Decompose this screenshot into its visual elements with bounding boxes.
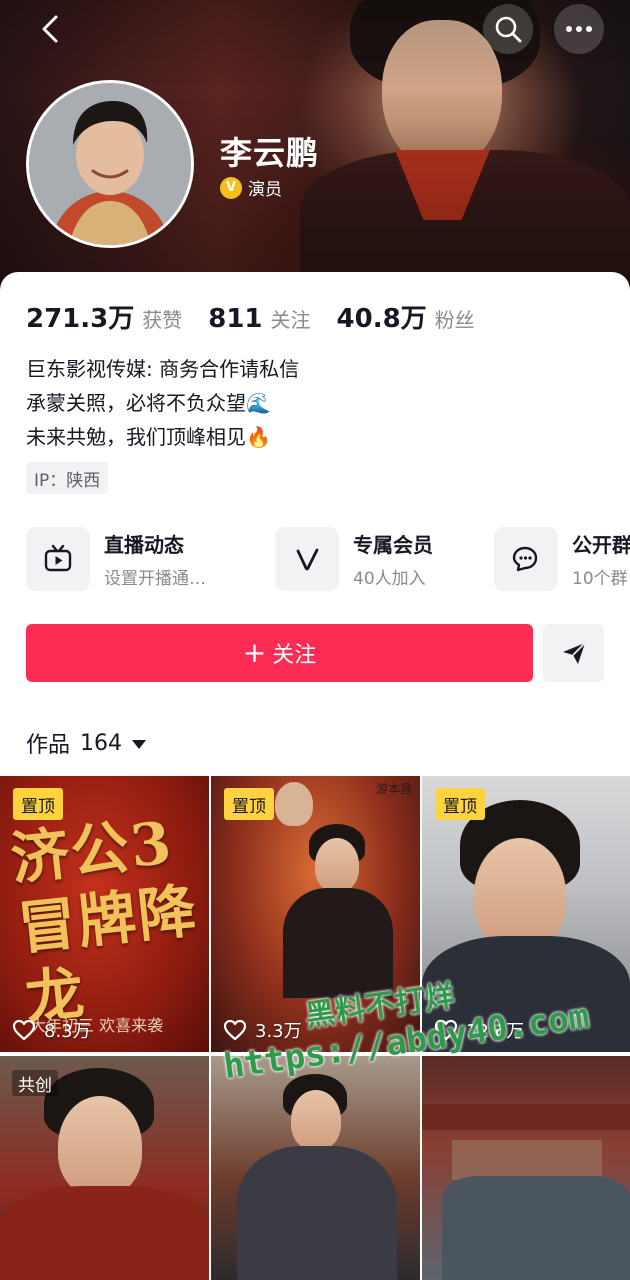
tile-6-crowd xyxy=(442,1176,630,1280)
tile-2-figure-body xyxy=(283,888,393,998)
stat-likes[interactable]: 271.3万 获赞 xyxy=(26,298,182,335)
heart-icon xyxy=(12,1019,36,1041)
chat-bubble-icon xyxy=(494,527,558,591)
works-count: 164 xyxy=(80,730,123,756)
send-icon xyxy=(562,642,586,664)
caret-down-icon xyxy=(132,739,147,749)
tile-3-figure-face xyxy=(474,838,566,950)
video-tile-4[interactable]: 共创 xyxy=(0,1056,209,1280)
feature-live-title: 直播动态 xyxy=(104,533,184,557)
stats-row: 271.3万 获赞 811 关注 40.8万 粉丝 xyxy=(26,298,475,335)
feature-groups-subtitle: 10个群 xyxy=(572,569,628,589)
video-tile-3[interactable]: 置顶 12.6万 xyxy=(422,776,630,1052)
stat-likes-value: 271.3万 xyxy=(26,304,135,334)
stat-following-value: 811 xyxy=(208,304,263,334)
stat-following-label: 关注 xyxy=(270,308,311,332)
video-grid: 济公3冒牌降龙 大年初三 欢喜来袭 置顶 8.3万 游本昌 置顶 3.3万 置顶 xyxy=(0,776,630,1280)
back-button[interactable] xyxy=(26,4,76,54)
follow-label: 关注 xyxy=(272,643,317,668)
feature-live[interactable]: 直播动态 设置开播通… xyxy=(26,527,240,591)
back-arrow-icon xyxy=(42,15,58,43)
pinned-badge: 置顶 xyxy=(13,788,63,820)
tile-4-figure-face xyxy=(58,1096,142,1196)
co-creation-badge: 共创 xyxy=(12,1070,58,1096)
video-tile-6[interactable] xyxy=(422,1056,630,1280)
feature-membership-title: 专属会员 xyxy=(353,533,433,557)
more-dots-icon xyxy=(566,26,592,32)
feature-membership-subtitle: 40人加入 xyxy=(353,569,426,589)
video-tile-2-corner-text: 游本昌 xyxy=(375,782,412,796)
pinned-badge: 置顶 xyxy=(224,788,274,820)
share-button[interactable] xyxy=(543,624,604,682)
works-label: 作品 xyxy=(26,733,71,758)
feature-live-subtitle: 设置开播通… xyxy=(104,569,206,589)
avatar-portrait xyxy=(29,83,191,245)
tile-6-building-beam xyxy=(422,1104,630,1130)
plus-icon: + xyxy=(242,636,267,669)
feature-groups-title: 公开群 xyxy=(572,533,630,557)
stat-followers-label: 粉丝 xyxy=(434,308,475,332)
pinned-badge: 置顶 xyxy=(435,788,485,820)
video-tile-5[interactable] xyxy=(211,1056,420,1280)
stat-likes-label: 获赞 xyxy=(142,308,183,332)
video-tile-1-title-art: 济公3冒牌降龙 xyxy=(7,808,202,1033)
tile-5-figure-face xyxy=(291,1090,341,1150)
verified-badge-icon: V xyxy=(220,176,242,199)
tile-4-figure-body xyxy=(0,1186,209,1280)
search-icon xyxy=(495,16,522,43)
video-tile-1[interactable]: 济公3冒牌降龙 大年初三 欢喜来袭 置顶 8.3万 xyxy=(0,776,209,1052)
likes-count: 8.3万 xyxy=(44,1021,91,1042)
bio: 巨东影视传媒: 商务合作请私信 承蒙关照，必将不负众望🌊 未来共勉，我们顶峰相见… xyxy=(26,352,299,454)
stat-following[interactable]: 811 关注 xyxy=(208,304,310,334)
heart-icon xyxy=(223,1019,247,1041)
tile-2-figure-face xyxy=(315,838,359,892)
tv-icon xyxy=(26,527,90,591)
stat-followers-value: 40.8万 xyxy=(336,304,427,334)
tile-6-building-lattice xyxy=(452,1140,602,1180)
feature-membership[interactable]: 专属会员 40人加入 xyxy=(275,527,433,591)
works-tab[interactable]: 作品 164 xyxy=(26,727,147,759)
heart-icon xyxy=(434,1019,458,1041)
verified-label: 演员 xyxy=(248,180,282,200)
likes-count: 3.3万 xyxy=(255,1021,302,1042)
avatar[interactable] xyxy=(26,80,194,248)
video-tile-2[interactable]: 游本昌 置顶 3.3万 xyxy=(211,776,420,1052)
stat-followers[interactable]: 40.8万 粉丝 xyxy=(337,298,475,335)
v-logo-icon xyxy=(275,527,339,591)
video-tile-3-likes: 12.6万 xyxy=(434,1017,524,1043)
more-button[interactable] xyxy=(554,4,604,54)
bio-line-3: 未来共勉，我们顶峰相见🔥 xyxy=(26,425,271,449)
tile-5-figure-armor xyxy=(237,1146,397,1280)
ip-location-tag: IP：陕西 xyxy=(26,462,109,494)
bio-line-1: 巨东影视传媒: 商务合作请私信 xyxy=(26,357,300,381)
verified-info: V 演员 xyxy=(220,175,282,200)
tile-2-monk-face xyxy=(275,782,313,826)
video-tile-1-likes: 8.3万 xyxy=(12,1017,91,1043)
search-button[interactable] xyxy=(483,4,533,54)
likes-count: 12.6万 xyxy=(466,1021,525,1042)
profile-name: 李云鹏 xyxy=(220,134,320,172)
feature-groups[interactable]: 公开群 10个群 xyxy=(494,527,630,591)
video-tile-2-likes: 3.3万 xyxy=(223,1017,302,1043)
follow-button[interactable]: + 关注 xyxy=(26,624,533,682)
bio-line-2: 承蒙关照，必将不负众望🌊 xyxy=(26,391,271,415)
